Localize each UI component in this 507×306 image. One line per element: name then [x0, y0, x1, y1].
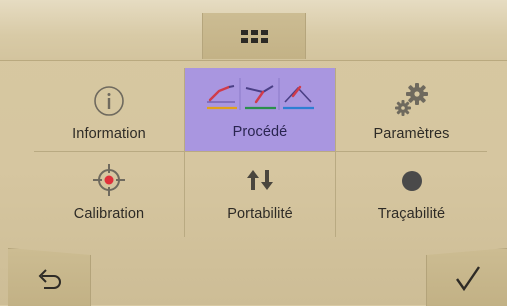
tile-information-label: Information: [72, 126, 146, 142]
tile-calibration[interactable]: Calibration: [34, 152, 185, 237]
tile-procede-label: Procédé: [232, 124, 288, 140]
up-down-arrows-icon: [247, 170, 273, 190]
confirm-button[interactable]: [426, 248, 507, 306]
menu-button[interactable]: [202, 13, 306, 59]
back-arrow-icon: [38, 268, 61, 289]
process-torch-icon-3: [283, 85, 314, 110]
tile-parametres[interactable]: Paramètres: [336, 68, 487, 152]
crosshair-icon: [93, 164, 125, 196]
process-torch-icon-1: [207, 85, 237, 110]
tile-calibration-label: Calibration: [73, 206, 145, 222]
process-icons: [207, 78, 314, 110]
checkmark-icon: [455, 265, 480, 291]
tile-information[interactable]: Information: [34, 68, 185, 152]
tile-portabilite-label: Portabilité: [227, 206, 293, 222]
gears-icon: [394, 83, 428, 116]
dot-icon: [401, 171, 422, 191]
back-button[interactable]: [8, 248, 91, 306]
tile-tracabilite[interactable]: Traçabilité: [336, 152, 487, 237]
tile-tracabilite-label: Traçabilité: [377, 206, 446, 222]
tile-parametres-label: Paramètres: [373, 126, 450, 142]
info-icon: [94, 86, 124, 116]
grid-menu-icon: [240, 29, 268, 43]
tile-procede[interactable]: Procédé: [185, 68, 336, 152]
menu-grid: Information Procédé Paramètres Calibrati…: [34, 68, 487, 237]
process-torch-icon-2: [245, 85, 276, 110]
screen: Information Procédé Paramètres Calibrati…: [0, 0, 507, 306]
tile-portabilite[interactable]: Portabilité: [185, 152, 336, 237]
